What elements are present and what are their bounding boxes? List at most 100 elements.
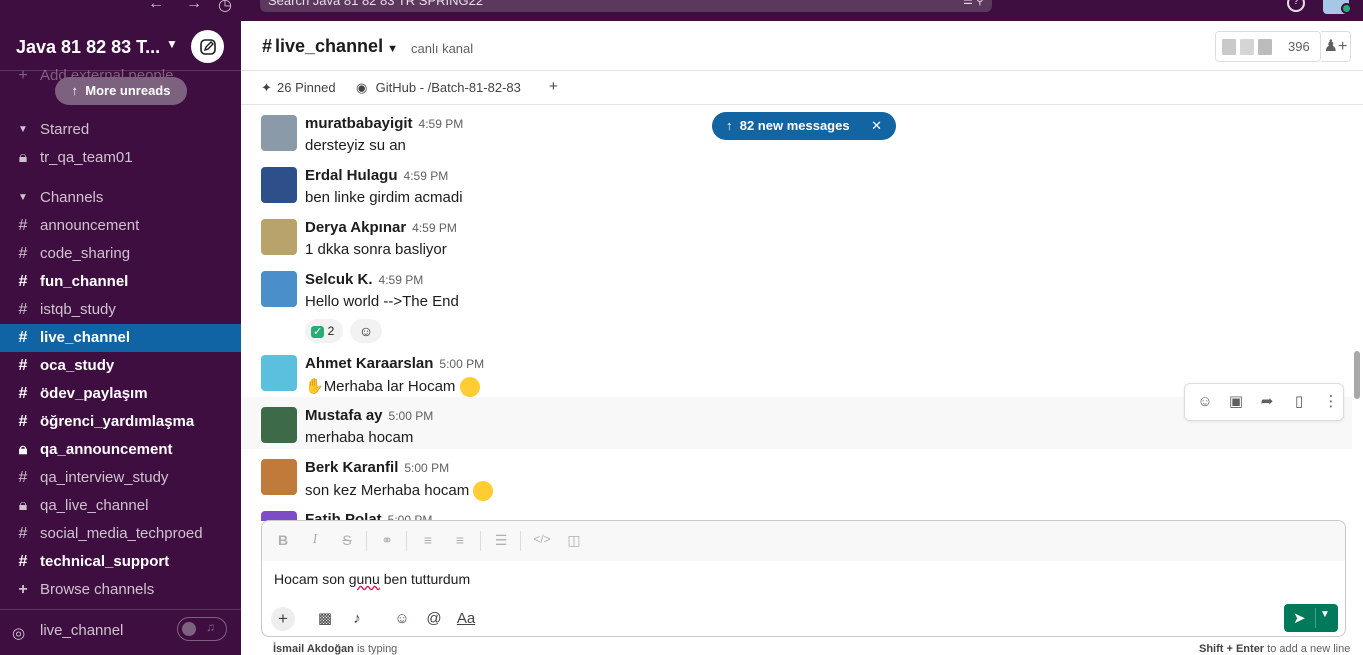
workspace-header[interactable]: Java 81 82 83 T... ▼ [0,21,241,71]
author-name[interactable]: Erdal Hulagu [305,167,398,184]
scrollbar[interactable] [1354,351,1360,399]
sidebar-item--dev-payla-m[interactable]: # ödev_paylaşım [0,380,241,408]
message-author[interactable]: Mustafa ay 5:00 PM [305,407,433,424]
bold-icon[interactable]: B [274,532,292,548]
mention-icon[interactable]: @ [422,607,446,631]
sidebar-item-live-channel[interactable]: # live_channel [0,324,241,352]
message-row[interactable]: Derya Akpınar 4:59 PM 1 dkka sonra basliy… [241,209,1352,261]
sidebar-item-code-sharing[interactable]: # code_sharing [0,240,241,268]
add-bookmark-button[interactable]: + [549,78,558,95]
text-format-icon[interactable]: Aa [454,607,478,631]
avatar[interactable] [261,219,297,255]
sidebar-item-oca-study[interactable]: # oca_study [0,352,241,380]
message-author[interactable]: Erdal Hulagu 4:59 PM [305,167,448,184]
message-time[interactable]: 5:00 PM [404,461,449,475]
emoji-icon[interactable]: ☺ [390,607,414,631]
sidebar-item-istqb-study[interactable]: # istqb_study [0,296,241,324]
reply-thread-icon[interactable]: ▣ [1226,392,1246,412]
bookmark-icon[interactable]: ▯ [1289,392,1309,412]
send-button[interactable]: ➤ ▼ [1284,604,1338,632]
new-messages-banner[interactable]: ↑ 82 new messages ✕ [712,112,896,140]
author-name[interactable]: Ahmet Karaarslan [305,355,433,372]
bookmark-github[interactable]: ◉ GitHub - /Batch-81-82-83 [356,80,521,96]
author-name[interactable]: Mustafa ay [305,407,383,424]
avatar[interactable] [261,115,297,151]
code-block-icon[interactable]: ◫ [565,532,583,549]
message-author[interactable]: Berk Karanfil 5:00 PM [305,459,449,476]
message-time[interactable]: 4:59 PM [419,117,464,131]
avatar[interactable] [261,407,297,443]
message-author[interactable]: Ahmet Karaarslan 5:00 PM [305,355,484,372]
more-actions-icon[interactable]: ⋮ [1321,392,1341,412]
sidebar-section-starred[interactable]: ▼ Starred [0,116,241,144]
message-row[interactable]: Selcuk K. 4:59 PM Hello world -->The End … [241,261,1352,345]
author-name[interactable]: Selcuk K. [305,271,373,288]
pinned-button[interactable]: ✦ 26 Pinned [261,80,336,96]
sidebar-item-qa-live-channel[interactable]: 🔒︎ qa_live_channel [0,492,241,520]
strikethrough-icon[interactable]: S [338,532,356,548]
avatar[interactable] [261,459,297,495]
search-input[interactable]: Search Java 81 82 83 TR SPRING22 ☰ ⚲ [260,0,992,12]
avatar[interactable] [261,167,297,203]
author-name[interactable]: Derya Akpınar [305,219,406,236]
message-row[interactable]: Erdal Hulagu 4:59 PM ben linke girdim acm… [241,157,1352,209]
browse-channels-button[interactable]: + Browse channels [0,576,241,604]
add-reaction-icon[interactable]: ☺ [1195,392,1215,412]
message-author[interactable]: muratbabayigit 4:59 PM [305,115,463,132]
sidebar-item--renci-yard-mla-ma[interactable]: # öğrenci_yardımlaşma [0,408,241,436]
plus-icon[interactable]: + [271,607,295,631]
video-icon[interactable]: ▩ [313,607,337,631]
toggle-knob [182,622,196,636]
ordered-list-icon[interactable]: ≡ [419,532,437,548]
sidebar-item-technical-support[interactable]: # technical_support [0,548,241,576]
chevron-down-icon[interactable]: ▼ [1320,609,1330,620]
search-filter-icon[interactable]: ☰ ⚲ [963,0,984,8]
blockquote-icon[interactable]: ☰ [492,532,510,549]
sidebar-section-channels[interactable]: ▼ Channels [0,184,241,212]
message-time[interactable]: 5:00 PM [389,409,434,423]
reaction-check[interactable]: ✓ 2 [305,319,343,343]
avatar[interactable] [261,355,297,391]
workspace-name[interactable]: Java 81 82 83 T... [16,37,160,58]
code-icon[interactable]: </> [533,532,551,546]
help-icon[interactable]: ? [1287,0,1305,12]
add-people-button[interactable]: ♟+ [1321,31,1351,62]
share-icon[interactable]: ➦ [1257,392,1277,412]
compose-button[interactable] [191,30,224,63]
italic-icon[interactable]: I [306,532,324,548]
message-time[interactable]: 5:00 PM [439,357,484,371]
message-author[interactable]: Derya Akpınar 4:59 PM [305,219,457,236]
sidebar-item-label: qa_announcement [40,441,173,458]
message-input[interactable]: Hocam son gunu ben tutturdum [274,571,470,587]
author-name[interactable]: muratbabayigit [305,115,413,132]
add-reaction-button[interactable]: ☺ [350,319,382,343]
close-icon[interactable]: ✕ [871,112,882,140]
bulleted-list-icon[interactable]: ≡ [451,532,469,548]
sidebar-item-qa-announcement[interactable]: 🔒︎ qa_announcement [0,436,241,464]
message-time[interactable]: 4:59 PM [379,273,424,287]
huddle-toggle[interactable]: ♫ [177,617,227,641]
sidebar-item-announcement[interactable]: # announcement [0,212,241,240]
message-row[interactable]: Fatih Polat 5:00 PM [241,501,1352,521]
microphone-icon[interactable]: ♪ [345,607,369,631]
sidebar-item-social-media-techproed[interactable]: # social_media_techproed [0,520,241,548]
author-name[interactable]: Berk Karanfil [305,459,398,476]
message-time[interactable]: 4:59 PM [412,221,457,235]
huddle-channel[interactable]: live_channel [40,622,123,639]
channel-topic[interactable]: canlı kanal [411,41,473,56]
sidebar-item-qa-interview-study[interactable]: # qa_interview_study [0,464,241,492]
forward-arrow-icon[interactable]: → [186,0,202,13]
message-time[interactable]: 4:59 PM [404,169,449,183]
more-unreads-button[interactable]: ↑ More unreads [55,77,187,105]
history-icon[interactable]: ◷ [218,0,232,15]
link-icon[interactable]: ⚭ [378,532,396,549]
back-arrow-icon[interactable]: ← [148,0,164,13]
sidebar-item-tr-qa-team01[interactable]: 🔒︎ tr_qa_team01 [0,144,241,172]
message-author[interactable]: Selcuk K. 4:59 PM [305,271,423,288]
avatar[interactable] [261,271,297,307]
sidebar-item-fun-channel[interactable]: # fun_channel [0,268,241,296]
chevron-down-icon[interactable]: ▼ [166,37,178,51]
members-button[interactable]: 396 [1215,31,1321,62]
channel-title-button[interactable]: # live_channel ▼ [262,36,398,57]
message-row[interactable]: Berk Karanfil 5:00 PM son kez Merhaba hoc… [241,449,1352,501]
